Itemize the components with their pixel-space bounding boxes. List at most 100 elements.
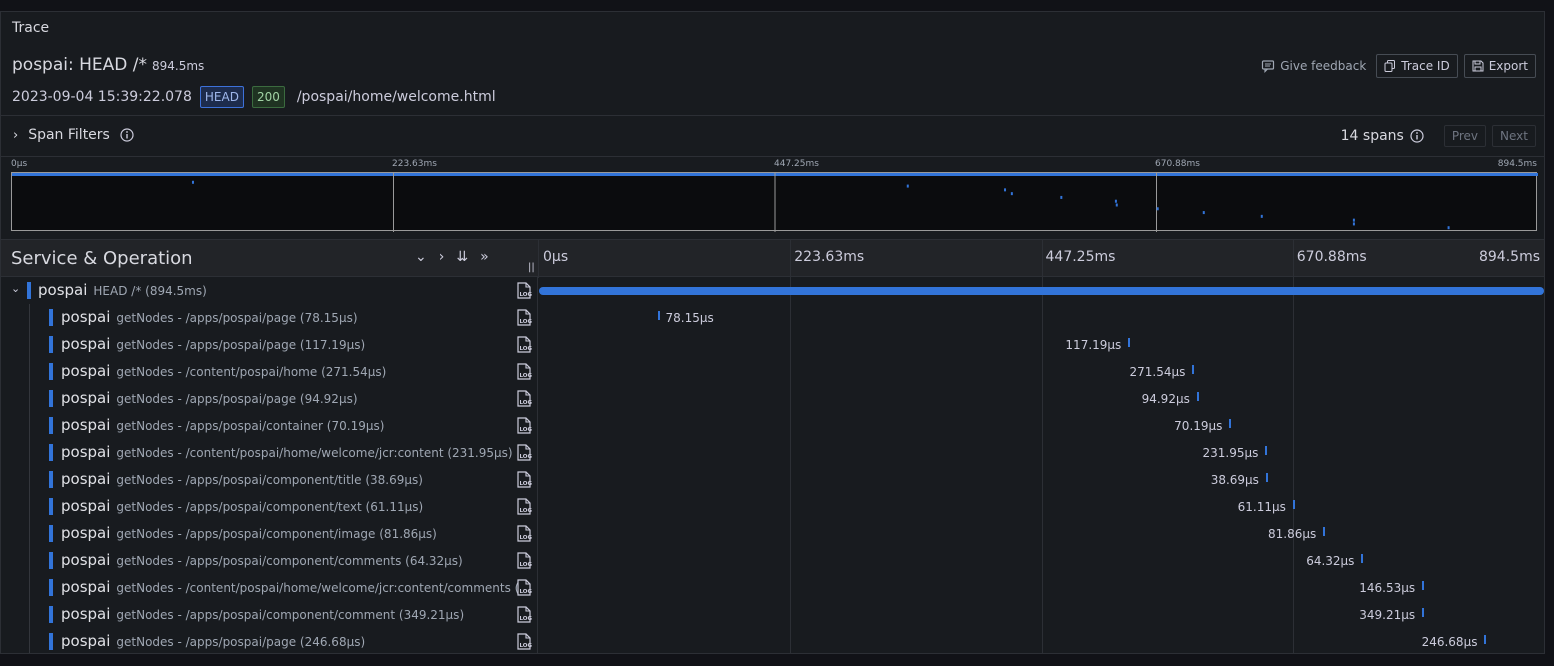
span-row[interactable]: pospai getNodes - /apps/pospai/page (94.9… (1, 385, 1544, 412)
span-row[interactable]: pospai getNodes - /apps/pospai/container … (1, 412, 1544, 439)
column-resizer[interactable]: || (528, 262, 535, 273)
span-name-cell[interactable]: pospai getNodes - /apps/pospai/component/… (1, 520, 538, 547)
span-row[interactable]: pospai getNodes - /apps/pospai/component/… (1, 601, 1544, 628)
span-bar[interactable] (1361, 554, 1364, 563)
span-label: pospai getNodes - /content/pospai/home/we… (61, 578, 519, 596)
minimap-tick: 894.5ms (1497, 159, 1537, 169)
log-icon[interactable]: LOG (516, 498, 532, 519)
tick-gridline (1292, 240, 1294, 278)
span-name-cell[interactable]: pospai getNodes - /apps/pospai/component/… (1, 601, 538, 628)
export-button[interactable]: Export (1463, 54, 1536, 78)
prev-button[interactable]: Prev (1443, 125, 1487, 147)
log-icon[interactable]: LOG (516, 363, 532, 384)
span-name-cell[interactable]: pospai getNodes - /apps/pospai/page (94.9… (1, 385, 538, 412)
collapse-all-icon[interactable]: ⇊ (456, 249, 468, 265)
give-feedback-label: Give feedback (1280, 59, 1367, 73)
log-icon[interactable]: LOG (516, 417, 532, 438)
log-icon[interactable]: LOG (516, 606, 532, 627)
span-duration-label: 349.21μs (1359, 608, 1416, 622)
expand-all-icon[interactable]: » (480, 249, 489, 265)
tree-indent-line (29, 412, 30, 439)
minimap-span-mark (1447, 226, 1450, 230)
span-name-cell[interactable]: pospai getNodes - /apps/pospai/component/… (1, 493, 538, 520)
span-bar[interactable] (1422, 581, 1425, 590)
svg-text:LOG: LOG (520, 454, 533, 460)
span-bar[interactable] (1229, 419, 1232, 428)
span-row[interactable]: pospai getNodes - /apps/pospai/component/… (1, 547, 1544, 574)
service-color-marker (49, 606, 53, 623)
span-label: pospai getNodes - /apps/pospai/component/… (61, 470, 423, 488)
log-icon[interactable]: LOG (516, 336, 532, 357)
minimap-canvas[interactable] (11, 172, 1538, 232)
span-bar[interactable] (1422, 608, 1425, 617)
trace-id-label: Trace ID (1401, 59, 1450, 73)
span-bar[interactable] (657, 311, 660, 320)
span-name-cell[interactable]: pospai getNodes - /content/pospai/home/we… (1, 574, 538, 601)
span-row[interactable]: pospai getNodes - /content/pospai/home (2… (1, 358, 1544, 385)
span-row[interactable]: ⌄ pospai HEAD /* (894.5ms) LOG (1, 277, 1544, 304)
span-name-cell[interactable]: ⌄ pospai HEAD /* (894.5ms) LOG (1, 277, 538, 304)
service-name: pospai (61, 551, 111, 569)
minimap-span-mark (1156, 207, 1159, 211)
trace-minimap[interactable]: 0μs 223.63ms 447.25ms 670.88ms 894.5ms (11, 158, 1538, 232)
log-icon[interactable]: LOG (516, 552, 532, 573)
span-duration-label: 38.69μs (1210, 473, 1259, 487)
span-bar[interactable] (1265, 473, 1268, 482)
svg-text:LOG: LOG (520, 292, 533, 298)
log-icon[interactable]: LOG (516, 579, 532, 600)
span-name-cell[interactable]: pospai getNodes - /apps/pospai/component/… (1, 547, 538, 574)
span-name-cell[interactable]: pospai getNodes - /content/pospai/home/we… (1, 439, 538, 466)
span-bar[interactable] (1484, 635, 1487, 644)
service-color-marker (49, 633, 53, 650)
span-bar[interactable] (1265, 446, 1268, 455)
span-row[interactable]: pospai getNodes - /apps/pospai/component/… (1, 520, 1544, 547)
span-name-cell[interactable]: pospai getNodes - /apps/pospai/container … (1, 412, 538, 439)
span-bar[interactable] (539, 287, 1544, 295)
log-icon[interactable]: LOG (516, 444, 532, 465)
log-icon[interactable]: LOG (516, 525, 532, 546)
span-name-cell[interactable]: pospai getNodes - /content/pospai/home (2… (1, 358, 538, 385)
span-row[interactable]: pospai getNodes - /apps/pospai/component/… (1, 493, 1544, 520)
span-name-cell[interactable]: pospai getNodes - /apps/pospai/component/… (1, 466, 538, 493)
span-name-cell[interactable]: pospai getNodes - /apps/pospai/page (117.… (1, 331, 538, 358)
service-name: pospai (61, 524, 111, 542)
operation-name: getNodes - /apps/pospai/page (117.19μs) (116, 338, 366, 352)
trace-meta: 2023-09-04 15:39:22.078 HEAD 200 /pospai… (12, 86, 496, 108)
service-color-marker (49, 498, 53, 515)
collapse-one-icon[interactable]: ⌄ (415, 249, 427, 265)
span-label: pospai HEAD /* (894.5ms) (38, 281, 207, 299)
span-bar[interactable] (1292, 500, 1295, 509)
span-duration-label: 81.86μs (1267, 527, 1317, 541)
span-name-cell[interactable]: pospai getNodes - /apps/pospai/page (78.1… (1, 304, 538, 331)
span-row[interactable]: pospai getNodes - /apps/pospai/page (246.… (1, 628, 1544, 653)
span-row[interactable]: pospai getNodes - /apps/pospai/page (117.… (1, 331, 1544, 358)
span-filters-toggle[interactable]: › Span Filters (13, 127, 134, 143)
span-row[interactable]: pospai getNodes - /content/pospai/home/we… (1, 574, 1544, 601)
log-icon[interactable]: LOG (516, 390, 532, 411)
log-icon[interactable]: LOG (516, 309, 532, 330)
span-name-cell[interactable]: pospai getNodes - /apps/pospai/page (246.… (1, 628, 538, 653)
operation-name: getNodes - /apps/pospai/component/commen… (116, 608, 465, 622)
next-button[interactable]: Next (1492, 125, 1536, 147)
log-icon[interactable]: LOG (516, 471, 532, 492)
span-row[interactable]: pospai getNodes - /apps/pospai/component/… (1, 466, 1544, 493)
span-bar[interactable] (1323, 527, 1326, 536)
service-name: pospai (61, 416, 111, 434)
svg-text:LOG: LOG (520, 346, 533, 352)
service-color-marker (49, 417, 53, 434)
expand-one-icon[interactable]: › (439, 249, 445, 265)
log-icon[interactable]: LOG (516, 282, 532, 303)
span-bar[interactable] (1196, 392, 1199, 401)
minimap-spans (12, 173, 1538, 232)
span-bar[interactable] (1192, 365, 1195, 374)
trace-id-button[interactable]: Trace ID (1376, 54, 1458, 78)
log-icon[interactable]: LOG (516, 633, 532, 653)
give-feedback-link[interactable]: Give feedback (1261, 59, 1366, 73)
span-row[interactable]: pospai getNodes - /apps/pospai/page (78.1… (1, 304, 1544, 331)
span-row[interactable]: pospai getNodes - /content/pospai/home/we… (1, 439, 1544, 466)
svg-text:LOG: LOG (520, 481, 533, 487)
chevron-down-icon[interactable]: ⌄ (11, 282, 20, 295)
timeline-tick: 670.88ms (1296, 249, 1367, 265)
tree-indent-line (29, 628, 30, 653)
span-bar[interactable] (1128, 338, 1131, 347)
